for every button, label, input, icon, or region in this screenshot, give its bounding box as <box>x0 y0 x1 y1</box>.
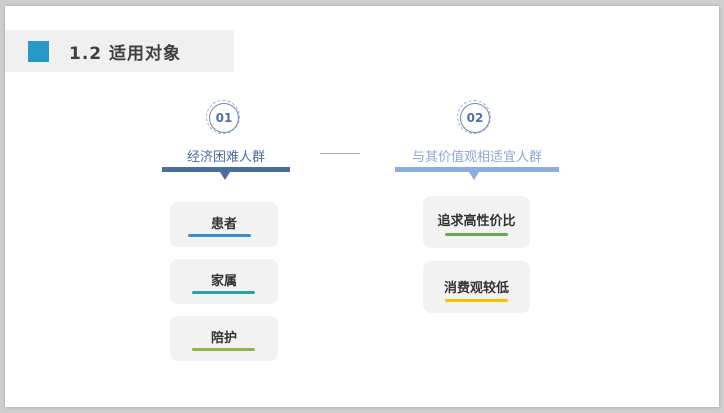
card-cost-effective: 追求高性价比 <box>423 196 530 248</box>
title-bar: 1.2 适用对象 <box>5 30 234 72</box>
card-family-underline <box>192 291 255 294</box>
group-1-number: 01 <box>209 103 239 133</box>
card-low-consumption: 消费观较低 <box>423 261 530 313</box>
group-2-number: 02 <box>460 103 490 133</box>
card-escort-underline <box>192 348 255 351</box>
group-2-pointer <box>469 172 479 180</box>
card-patient-underline <box>188 234 251 237</box>
slide: 1.2 适用对象 01 经济困难人群 患者 家属 陪护 02 与其价值观相适宜人… <box>5 6 719 407</box>
group-1-number-badge: 01 <box>206 100 240 134</box>
card-cost-effective-label: 追求高性价比 <box>437 214 516 229</box>
card-patient-label: 患者 <box>210 217 237 232</box>
card-cost-effective-underline <box>445 233 508 236</box>
card-family-label: 家属 <box>210 274 237 289</box>
group-2-label: 与其价值观相适宜人群 <box>411 150 542 165</box>
group-2-number-badge: 02 <box>457 100 491 134</box>
title-accent-square <box>28 41 49 62</box>
group-1-label: 经济困难人群 <box>186 150 265 165</box>
card-patient: 患者 <box>170 202 278 247</box>
connector-line <box>320 153 360 154</box>
card-escort: 陪护 <box>170 316 278 361</box>
card-low-consumption-label: 消费观较低 <box>443 281 509 296</box>
card-low-consumption-underline <box>445 299 508 302</box>
page-title: 1.2 适用对象 <box>69 44 182 64</box>
card-family: 家属 <box>170 259 278 304</box>
group-1-pointer <box>220 172 230 180</box>
card-escort-label: 陪护 <box>210 331 237 346</box>
